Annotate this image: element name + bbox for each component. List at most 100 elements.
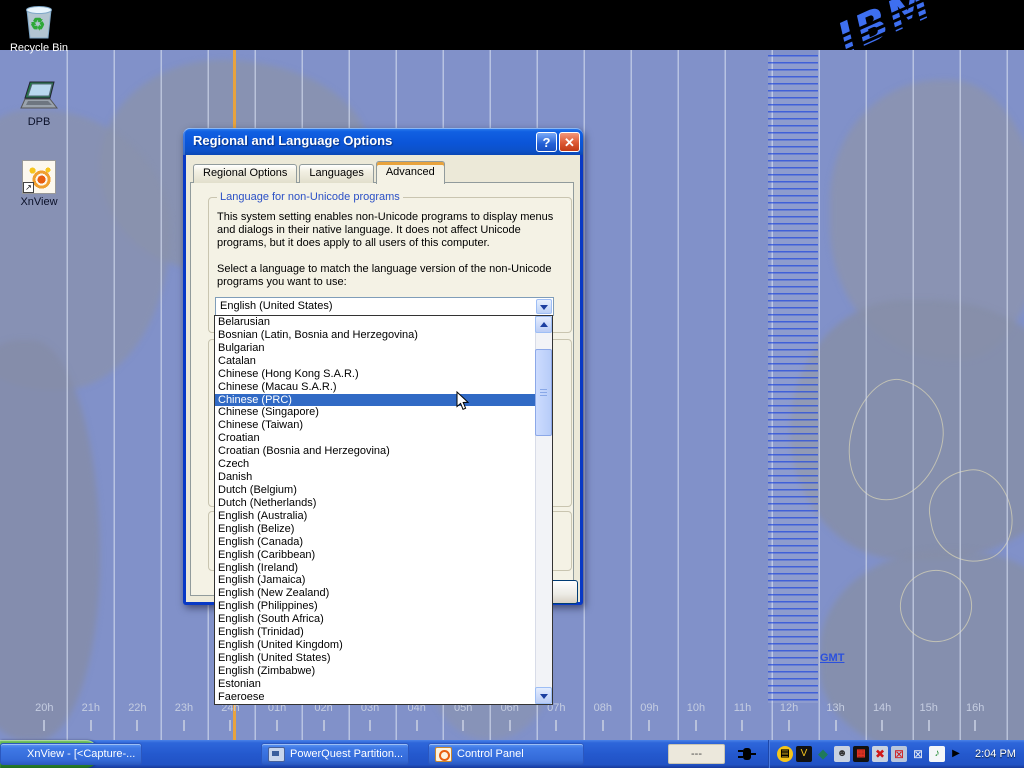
dialog-tab[interactable]: Languages [299, 164, 373, 183]
language-option[interactable]: English (Philippines) [215, 600, 535, 613]
language-option[interactable]: Danish [215, 471, 535, 484]
hour-tick [136, 720, 138, 731]
language-option[interactable]: Bulgarian [215, 342, 535, 355]
language-dropdown-list: Belarusian Bosnian (Latin, Bosnia and He… [214, 315, 553, 705]
close-button[interactable]: ✕ [559, 132, 580, 152]
gmt-label: GMT [820, 652, 844, 664]
language-option[interactable]: English (South Africa) [215, 613, 535, 626]
power-plug-icon [737, 746, 757, 765]
hour-label: 07h [533, 702, 580, 731]
recycle-bin-art: ♻ [20, 4, 58, 40]
backup-warning-icon[interactable]: ◆ [815, 746, 831, 762]
language-select-instruction: Select a language to match the language … [217, 263, 565, 289]
capture-scheduler-icon[interactable]: ▶ [948, 746, 964, 762]
chevron-down-icon [540, 694, 548, 699]
volume-icon[interactable]: ♪ [929, 746, 945, 762]
language-option[interactable]: English (Ireland) [215, 562, 535, 575]
icon-label: DPB [26, 116, 53, 128]
recycle-bin-icon[interactable]: ♻ Recycle Bin [1, 4, 77, 54]
language-option[interactable]: English (New Zealand) [215, 587, 535, 600]
language-option[interactable]: Estonian [215, 678, 535, 691]
scroll-down-button[interactable] [535, 687, 552, 704]
icon-label: Recycle Bin [8, 42, 70, 54]
language-option[interactable]: Belarusian [215, 316, 535, 329]
language-option[interactable]: Faeroese [215, 691, 535, 704]
language-option[interactable]: Chinese (Singapore) [215, 406, 535, 419]
hour-tick [509, 720, 511, 731]
language-option[interactable]: Croatian [215, 432, 535, 445]
window-app-icon [435, 747, 452, 762]
hour-tick [788, 720, 790, 731]
hour-tick [416, 720, 418, 731]
language-option[interactable]: English (United States) [215, 652, 535, 665]
language-option[interactable]: English (Jamaica) [215, 574, 535, 587]
taskbar-clock[interactable]: 2:04 PM [975, 748, 1016, 760]
hour-label: 12h [766, 702, 813, 731]
hour-label: 03h [347, 702, 394, 731]
scrollbar-thumb[interactable] [535, 349, 552, 436]
desktop-screen: GMT 20h 21h 22h 23h [0, 0, 1024, 768]
language-combobox[interactable]: English (United States) [215, 297, 554, 316]
dpb-computer-icon[interactable]: DPB [1, 80, 77, 128]
svg-text:♻: ♻ [30, 15, 45, 34]
hour-tick [881, 720, 883, 731]
display-error-icon[interactable]: ⊠ [891, 746, 907, 762]
dropdown-scrollbar[interactable] [535, 316, 552, 704]
hour-label: 14h [859, 702, 906, 731]
combobox-value: English (United States) [220, 300, 333, 312]
language-option[interactable]: English (Caribbean) [215, 549, 535, 562]
language-option[interactable]: Bosnian (Latin, Bosnia and Herzegovina) [215, 329, 535, 342]
hour-tick [90, 720, 92, 731]
antivirus-guard-icon[interactable]: V [796, 746, 812, 762]
language-option[interactable]: Catalan [215, 355, 535, 368]
scroll-up-button[interactable] [535, 316, 552, 333]
non-unicode-description: This system setting enables non-Unicode … [217, 211, 565, 250]
hour-tick [183, 720, 185, 731]
hour-tick [369, 720, 371, 731]
offline-contacts-icon[interactable]: ☻ [834, 746, 850, 762]
tray-icons: ▤ V ◆ ☻ ▦ ✖ ⊠ ⊠ ♪ ▶ [777, 746, 964, 762]
hour-label: 02h [300, 702, 347, 731]
xnview-shortcut-icon[interactable]: ↗ XnView [1, 160, 77, 208]
dialog-tab[interactable]: Advanced [376, 161, 445, 184]
language-option[interactable]: English (Belize) [215, 523, 535, 536]
dialog-titlebar[interactable]: Regional and Language Options ? ✕ [183, 128, 583, 155]
hour-label: 11h [719, 702, 766, 731]
language-option[interactable]: Dutch (Belgium) [215, 484, 535, 497]
language-option[interactable]: English (Trinidad) [215, 626, 535, 639]
hour-label: 24h [207, 702, 254, 731]
window-app-icon [268, 747, 285, 762]
xnview-art: ↗ [22, 160, 56, 194]
language-option[interactable]: English (Zimbabwe) [215, 665, 535, 678]
hour-tick [974, 720, 976, 731]
language-option[interactable]: Chinese (PRC) [215, 394, 535, 407]
combobox-dropdown-button[interactable] [536, 299, 552, 314]
connection-error-icon[interactable]: ⊠ [910, 746, 926, 762]
language-option[interactable]: Chinese (Taiwan) [215, 419, 535, 432]
taskbar-button-control-panel[interactable]: Control Panel [428, 743, 584, 765]
media-blocked-icon[interactable]: ✖ [872, 746, 888, 762]
language-option[interactable]: English (United Kingdom) [215, 639, 535, 652]
dialog-tab[interactable]: Regional Options [193, 164, 297, 183]
group-box-caption: Language for non-Unicode programs [217, 191, 403, 203]
language-option[interactable]: Dutch (Netherlands) [215, 497, 535, 510]
taskbar-button-xnview[interactable]: XnView - [<Capture-... [0, 743, 142, 765]
language-option[interactable]: Chinese (Hong Kong S.A.R.) [215, 368, 535, 381]
language-option[interactable]: Chinese (Macau S.A.R.) [215, 381, 535, 394]
shortcut-arrow-icon: ↗ [23, 182, 34, 193]
language-option[interactable]: English (Canada) [215, 536, 535, 549]
icon-label: XnView [18, 196, 59, 208]
hour-label: 23h [161, 702, 208, 731]
hour-tick [648, 720, 650, 731]
removable-storage-icon[interactable]: ▤ [777, 746, 793, 762]
help-button[interactable]: ? [536, 132, 557, 152]
network-computer-icon[interactable]: ▦ [853, 746, 869, 762]
hour-label: 15h [905, 702, 952, 731]
hour-tick [229, 720, 231, 731]
deskband-toolbar[interactable]: --- [668, 744, 725, 764]
hour-label: 10h [673, 702, 720, 731]
taskbar-button-powerquest[interactable]: PowerQuest Partition... [261, 743, 409, 765]
language-option[interactable]: English (Australia) [215, 510, 535, 523]
language-option[interactable]: Croatian (Bosnia and Herzegovina) [215, 445, 535, 458]
language-option[interactable]: Czech [215, 458, 535, 471]
